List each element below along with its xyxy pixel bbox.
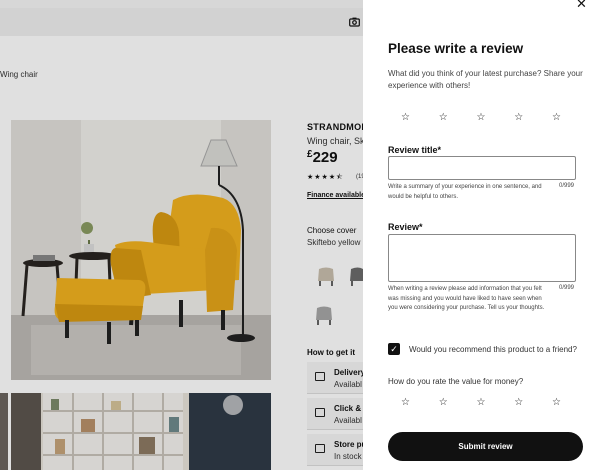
star-icon[interactable]: ☆ bbox=[514, 113, 523, 123]
star-icon[interactable]: ☆ bbox=[552, 398, 561, 408]
review-title-input[interactable] bbox=[388, 156, 576, 180]
star-icon[interactable]: ☆ bbox=[439, 113, 448, 123]
review-title-help: Write a summary of your experience in on… bbox=[388, 184, 542, 200]
overall-rating: ☆ ☆ ☆ ☆ ☆ bbox=[388, 113, 575, 123]
value-rating: ☆ ☆ ☆ ☆ ☆ bbox=[388, 398, 575, 408]
submit-review-button[interactable]: Submit review bbox=[388, 432, 583, 461]
review-label: Review* bbox=[388, 222, 423, 232]
star-icon[interactable]: ☆ bbox=[477, 113, 486, 123]
review-help: When writing a review please add informa… bbox=[388, 286, 545, 311]
star-icon[interactable]: ☆ bbox=[401, 398, 410, 408]
panel-title: Please write a review bbox=[388, 41, 524, 56]
star-icon[interactable]: ☆ bbox=[439, 398, 448, 408]
star-icon[interactable]: ☆ bbox=[552, 113, 561, 123]
value-question: How do you rate the value for money? bbox=[388, 377, 524, 386]
close-icon[interactable]: ✕ bbox=[576, 0, 587, 12]
recommend-label: Would you recommend this product to a fr… bbox=[409, 345, 577, 354]
panel-intro: What did you think of your latest purcha… bbox=[388, 69, 583, 90]
star-icon[interactable]: ☆ bbox=[477, 398, 486, 408]
review-counter: 0/999 bbox=[559, 285, 575, 291]
star-icon[interactable]: ☆ bbox=[514, 398, 523, 408]
star-icon[interactable]: ☆ bbox=[401, 113, 410, 123]
review-title-counter: 0/999 bbox=[559, 183, 575, 189]
review-textarea[interactable] bbox=[388, 234, 576, 282]
recommend-checkbox[interactable]: ✓ bbox=[388, 343, 400, 355]
review-panel: ✕ Please write a review What did you thi… bbox=[363, 0, 600, 470]
review-title-label: Review title* bbox=[388, 145, 442, 155]
